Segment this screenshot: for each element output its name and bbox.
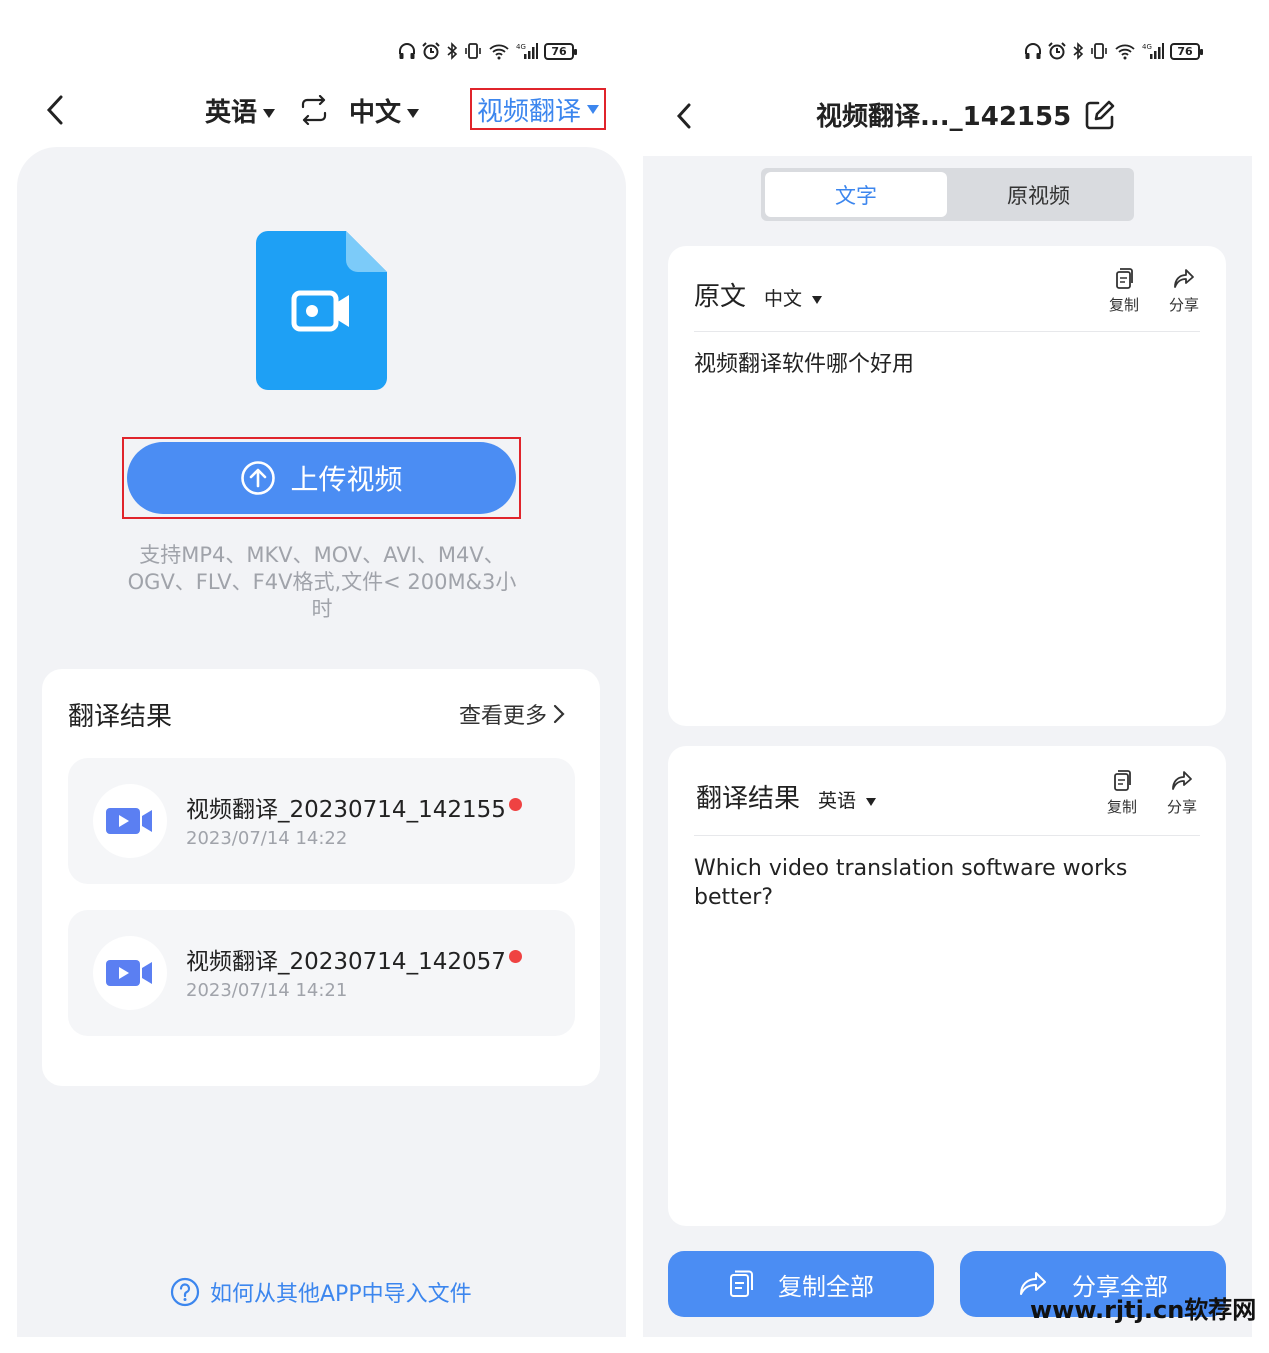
watermark: www.rjtj.cn软荐网	[1030, 1296, 1257, 1324]
dropdown-arrow-icon	[812, 295, 823, 304]
bluetooth-icon	[447, 42, 458, 60]
result-item[interactable]: 视频翻译_20230714_142155 2023/07/14 14:22	[68, 758, 575, 884]
svg-text:4G: 4G	[1142, 43, 1152, 51]
divider	[694, 331, 1200, 332]
translation-mode-dropdown[interactable]: 视频翻译	[470, 88, 606, 130]
dropdown-arrow-icon	[263, 108, 276, 118]
unread-dot	[509, 950, 522, 963]
swap-languages-icon[interactable]	[297, 95, 331, 125]
video-thumbnail	[93, 936, 167, 1010]
question-icon	[170, 1277, 200, 1307]
video-camera-icon	[106, 808, 152, 834]
tab-text[interactable]: 文字	[765, 172, 947, 217]
original-text-card: 原文 中文 复制 分享 视频翻译软件哪个好用	[668, 246, 1226, 726]
original-language-dropdown[interactable]: 中文	[764, 284, 823, 311]
back-button[interactable]	[35, 90, 75, 130]
headphones-icon	[1025, 43, 1041, 59]
target-language-dropdown[interactable]: 中文	[349, 92, 420, 129]
original-header: 原文 中文	[694, 276, 823, 313]
chevron-left-icon	[46, 95, 63, 125]
edit-icon[interactable]	[1085, 100, 1115, 130]
alarm-icon	[1048, 42, 1066, 60]
share-icon	[1174, 269, 1194, 288]
chevron-left-icon	[676, 103, 691, 129]
result-item-name: 视频翻译_20230714_142155	[186, 797, 506, 823]
language-selector: 英语 中文	[205, 88, 420, 132]
status-bar-left: 4G 76	[398, 38, 577, 64]
video-camera-icon	[106, 960, 152, 986]
upload-video-button[interactable]: 上传视频	[127, 442, 516, 514]
share-icon	[1172, 771, 1192, 790]
battery-indicator: 76	[544, 42, 577, 60]
source-language-dropdown[interactable]: 英语	[205, 92, 276, 129]
vibrate-icon	[465, 43, 481, 59]
copy-icon	[1116, 268, 1133, 289]
translation-text[interactable]: Which video translation software works b…	[694, 854, 1164, 912]
alarm-icon	[422, 42, 440, 60]
translation-card: 翻译结果 英语 复制 分享 Which video translation so…	[668, 746, 1226, 1226]
result-item-date: 2023/07/14 14:22	[186, 828, 348, 849]
import-help-link[interactable]: 如何从其他APP中导入文件	[170, 1276, 472, 1308]
translation-language-dropdown[interactable]: 英语	[818, 786, 877, 813]
copy-translation-button[interactable]: 复制	[1102, 770, 1142, 817]
status-bar-right: 4G 76	[1024, 38, 1203, 64]
original-text[interactable]: 视频翻译软件哪个好用	[694, 350, 1194, 379]
unread-dot	[509, 798, 522, 811]
divider	[694, 835, 1200, 836]
copy-original-button[interactable]: 复制	[1104, 268, 1144, 315]
record-title: 视频翻译..._142155	[816, 96, 1115, 133]
signal-icon: 4G	[1142, 43, 1164, 59]
see-more-link[interactable]: 查看更多	[459, 698, 565, 730]
result-item-name: 视频翻译_20230714_142057	[186, 949, 506, 975]
bluetooth-icon	[1073, 42, 1084, 60]
wifi-icon	[1115, 44, 1135, 60]
share-translation-button[interactable]: 分享	[1162, 770, 1202, 817]
copy-icon	[1114, 770, 1131, 791]
back-button[interactable]	[664, 96, 704, 136]
chevron-right-icon	[553, 704, 565, 724]
upload-arrow-icon	[241, 461, 276, 495]
dropdown-arrow-icon	[866, 797, 877, 806]
vibrate-icon	[1091, 43, 1107, 59]
headphones-icon	[399, 43, 415, 59]
video-thumbnail	[93, 784, 167, 858]
video-file-icon	[256, 231, 387, 390]
share-original-button[interactable]: 分享	[1164, 268, 1204, 315]
copy-all-button[interactable]: 复制全部	[668, 1251, 934, 1317]
dropdown-arrow-icon	[407, 108, 420, 118]
tab-original-video[interactable]: 原视频	[947, 172, 1130, 217]
signal-icon: 4G	[516, 43, 538, 59]
result-item[interactable]: 视频翻译_20230714_142057 2023/07/14 14:21	[68, 910, 575, 1036]
dropdown-arrow-icon	[587, 104, 599, 114]
wifi-icon	[489, 44, 509, 60]
results-title: 翻译结果	[68, 702, 173, 732]
copy-icon	[730, 1270, 753, 1297]
result-item-date: 2023/07/14 14:21	[186, 980, 348, 1001]
battery-indicator: 76	[1170, 42, 1203, 60]
translation-header: 翻译结果 英语	[696, 778, 877, 815]
svg-text:4G: 4G	[516, 43, 526, 51]
supported-formats-text: 支持MP4、MKV、MOV、AVI、M4V、 OGV、FLV、F4V格式,文件<…	[127, 543, 517, 621]
